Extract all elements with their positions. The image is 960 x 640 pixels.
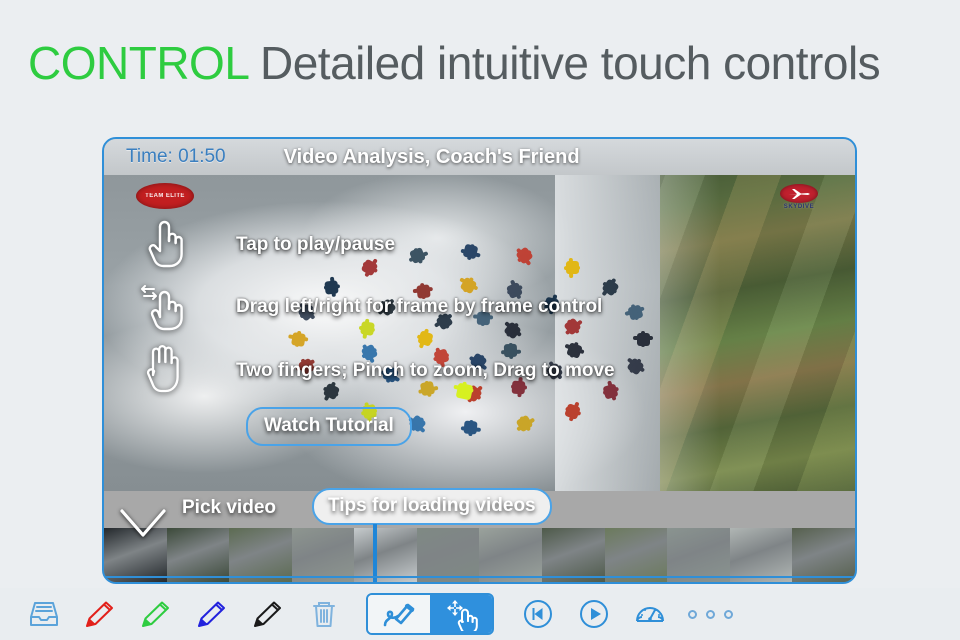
hint-row-drag: Drag left/right for frame by frame contr… [140, 279, 602, 335]
timeline-playhead[interactable] [373, 524, 377, 582]
filmstrip-thumbnail[interactable] [354, 528, 417, 582]
hint-row-tap: Tap to play/pause [140, 217, 395, 273]
trash-icon[interactable] [296, 592, 352, 636]
filmstrip-thumbnail[interactable] [291, 528, 355, 582]
pencil-green-icon[interactable] [128, 592, 184, 636]
speed-gauge-icon [636, 607, 664, 622]
pencil-black-icon[interactable] [240, 592, 296, 636]
skip-back-icon [524, 600, 552, 628]
hint-row-pinch: Two fingers; Pinch to zoom, Drag to move [140, 343, 615, 399]
more-dot-3 [724, 609, 733, 619]
move-hand-icon [447, 600, 478, 631]
chevron-down-icon[interactable] [118, 507, 168, 541]
time-indicator: Time: 01:50 [126, 146, 226, 167]
timeline-rule [104, 576, 855, 578]
hint-text-tap: Tap to play/pause [236, 234, 396, 255]
playback-speed-button[interactable] [622, 592, 678, 636]
pencil-blue-icon[interactable] [184, 592, 240, 636]
move-mode-button[interactable] [430, 595, 492, 633]
more-options-button[interactable] [688, 609, 733, 619]
filmstrip-thumbnail[interactable] [229, 528, 292, 582]
filmstrip-thumbnail[interactable] [667, 528, 730, 582]
gesture-hint-overlay: Tap to play/pause Drag left/right for fr… [104, 175, 855, 491]
tips-for-loading-videos-button[interactable]: Tips for loading videos [312, 488, 552, 525]
filmstrip-thumbnail[interactable] [479, 528, 543, 582]
filmstrip-thumbnail[interactable] [792, 528, 855, 582]
two-finger-pinch-icon [140, 343, 186, 399]
filmstrip-thumbnail[interactable] [729, 528, 793, 582]
app-device-frame: Time: 01:50 Video Analysis, Coach's Frie… [102, 137, 857, 584]
bottom-toolbar [0, 588, 960, 640]
app-title-bar: Time: 01:50 Video Analysis, Coach's Frie… [104, 139, 855, 175]
mode-segmented-control[interactable] [366, 593, 494, 635]
headline-subtitle: Detailed intuitive touch controls [259, 37, 881, 89]
hint-text-drag: Drag left/right for frame by frame contr… [236, 296, 603, 317]
video-player-surface[interactable]: TEAM ELITE SKYDIVE Tap to play/pause Dra… [104, 175, 855, 491]
headline-keyword: CONTROL [28, 37, 248, 89]
filmstrip-thumbnail[interactable] [416, 528, 480, 582]
filmstrip-thumbnail[interactable] [166, 528, 230, 582]
video-filmstrip[interactable] [104, 528, 855, 582]
filmstrip-thumbnail[interactable] [542, 528, 605, 582]
more-dot-1 [688, 609, 697, 619]
watch-tutorial-button[interactable]: Watch Tutorial [246, 407, 412, 446]
pencil-red-icon[interactable] [72, 592, 128, 636]
pick-video-label: Pick video [182, 497, 276, 518]
page-headline: CONTROL Detailed intuitive touch control… [28, 36, 948, 90]
play-icon [580, 600, 608, 628]
draw-mode-button[interactable] [368, 595, 430, 633]
app-title: Video Analysis, Coach's Friend [283, 145, 580, 168]
scribble-pen-icon [383, 603, 415, 627]
filmstrip-thumbnail[interactable] [604, 528, 668, 582]
play-button[interactable] [566, 592, 622, 636]
hint-text-pinch: Two fingers; Pinch to zoom, Drag to move [236, 360, 615, 381]
inbox-tray-icon[interactable] [16, 592, 72, 636]
one-finger-tap-icon [140, 217, 186, 273]
more-dot-2 [706, 609, 715, 619]
page-root: CONTROL Detailed intuitive touch control… [0, 0, 960, 640]
finger-drag-horizontal-icon [140, 279, 186, 335]
skip-to-start-button[interactable] [510, 592, 566, 636]
